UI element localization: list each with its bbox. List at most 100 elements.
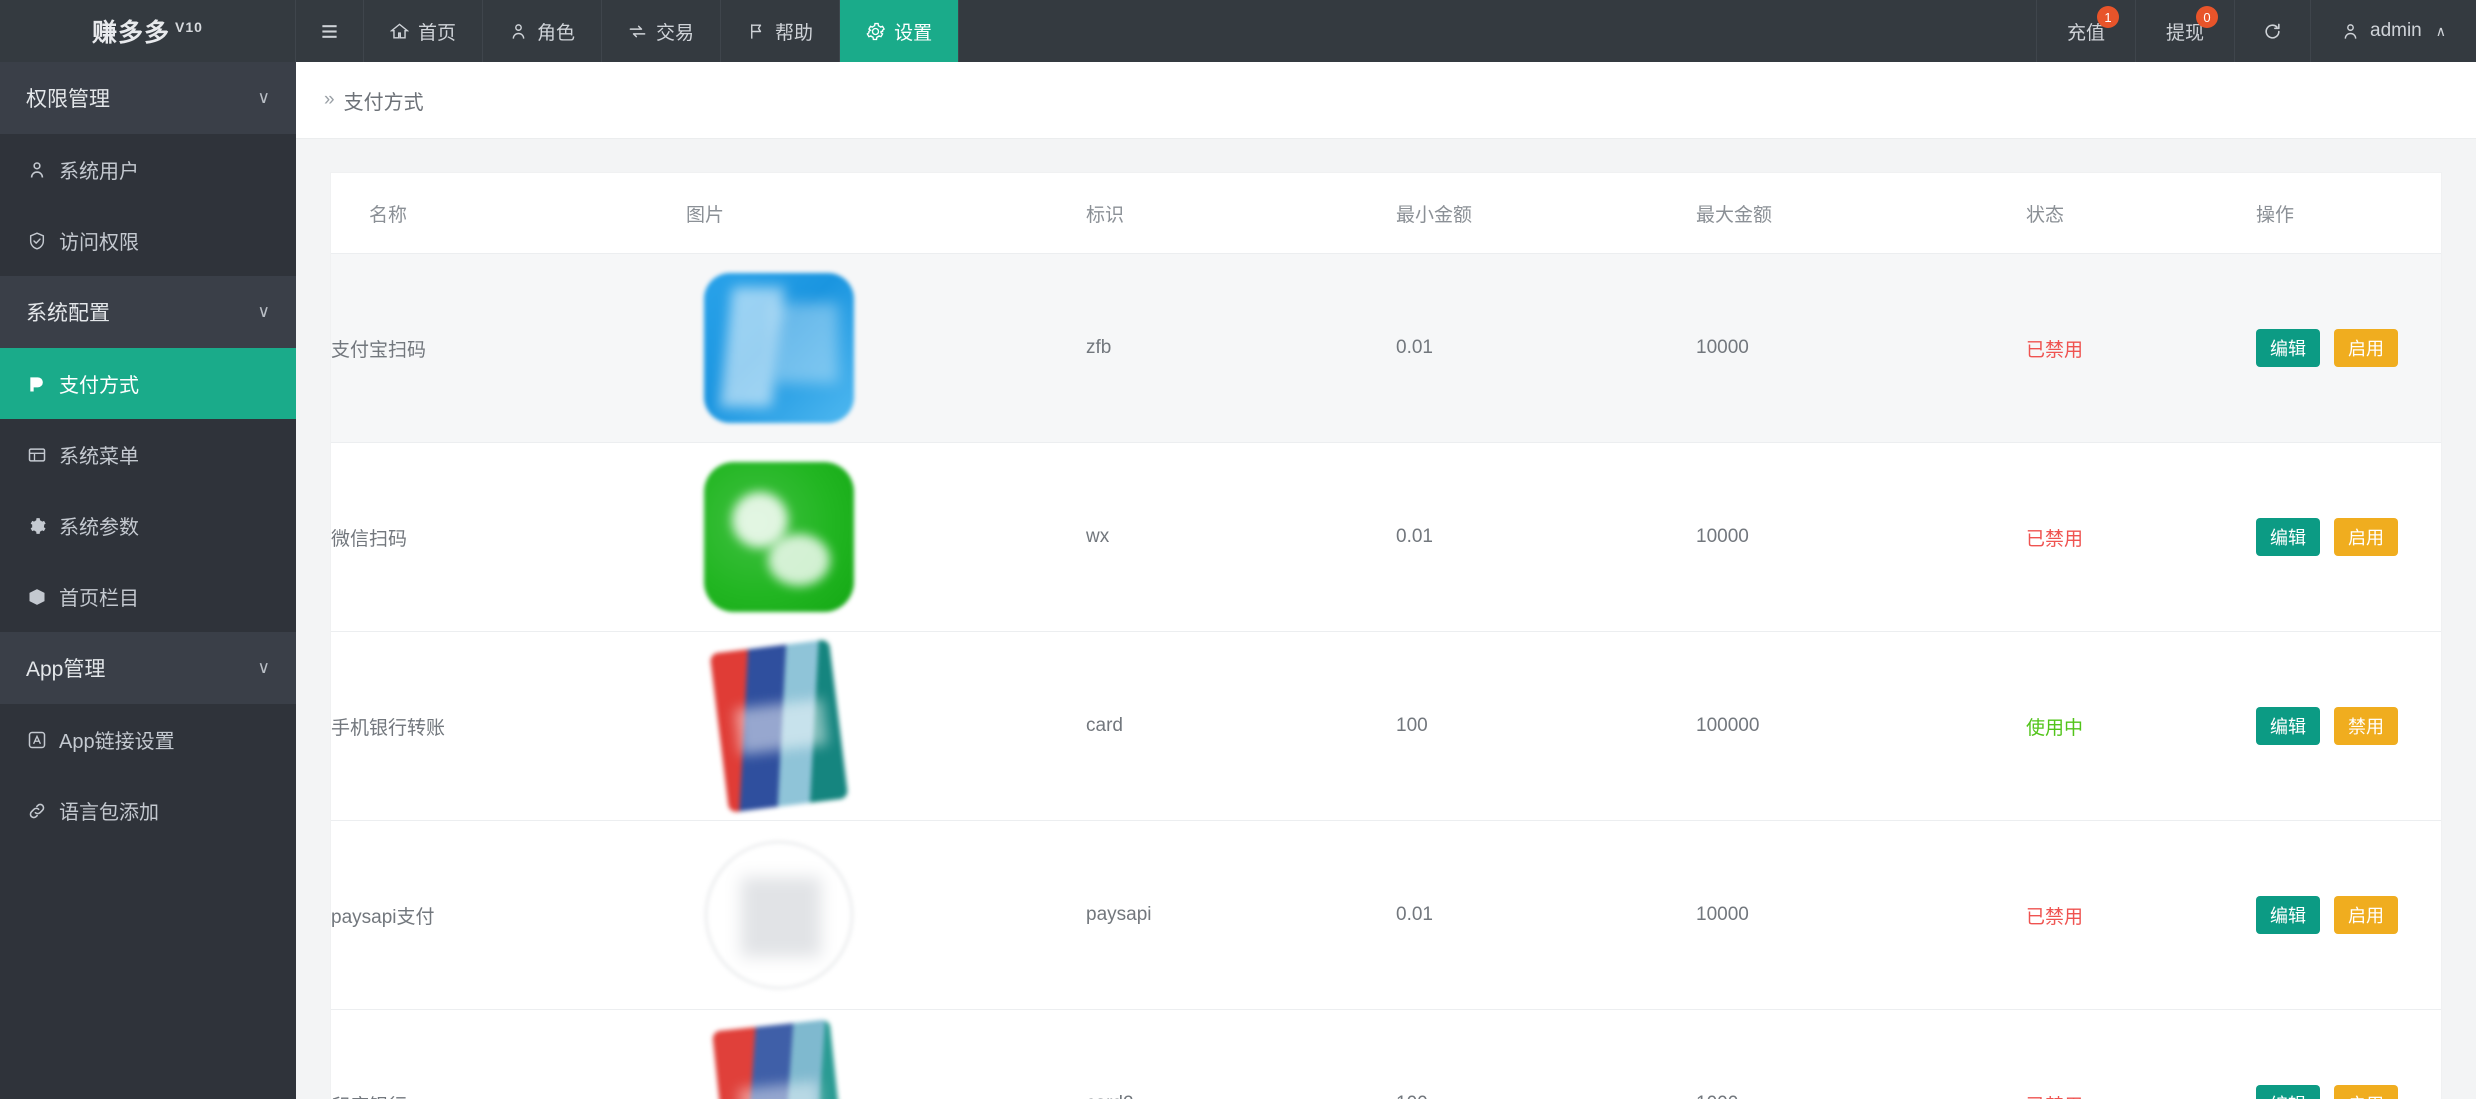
nav-tab-trade[interactable]: 交易: [602, 0, 722, 62]
sidebar-group-system-config[interactable]: 系统配置 ∨: [0, 276, 296, 348]
cell-operations: 编辑 启用: [2256, 253, 2441, 443]
chevron-down-icon: ∨: [257, 658, 270, 677]
sidebar-item-system-params-label: 系统参数: [59, 517, 139, 539]
cell-name: 支付宝扫码: [331, 253, 686, 443]
sidebar-group-app-management[interactable]: App管理 ∨: [0, 632, 296, 704]
toggle-status-button[interactable]: 启用: [2334, 1085, 2398, 1099]
recharge-badge: 1: [2096, 6, 2119, 28]
cell-flag: zfb: [1086, 253, 1396, 443]
edit-button[interactable]: 编辑: [2256, 329, 2320, 367]
sidebar-item-app-link-settings-label: App链接设置: [59, 731, 175, 753]
cell-status: 已禁用: [2026, 820, 2256, 1010]
cell-image: [686, 442, 1086, 632]
cell-image: [686, 1009, 1086, 1099]
cell-flag: wx: [1086, 442, 1396, 632]
nav-tab-help[interactable]: 帮助: [721, 0, 841, 62]
payment-methods-table: 名称 图片 标识 最小金额 最大金额 状态 操作 支付宝扫码 zfb 0.01 …: [331, 173, 2441, 1099]
menu-grid-icon: [26, 444, 47, 465]
table-row[interactable]: 手机银行转账 card 100 100000 使用中 编辑 禁用: [331, 631, 2441, 821]
cell-flag: paysapi: [1086, 820, 1396, 1010]
nav-tab-settings[interactable]: 设置: [840, 0, 960, 62]
sidebar-item-language-pack[interactable]: 语言包添加: [0, 775, 296, 846]
table-row[interactable]: 支付宝扫码 zfb 0.01 10000 已禁用 编辑 启用: [331, 253, 2441, 443]
toggle-status-button[interactable]: 启用: [2334, 518, 2398, 556]
gear-icon: [866, 22, 886, 41]
cell-name: paysapi支付: [331, 820, 686, 1010]
logo-name: 赚多多: [92, 19, 171, 47]
link-icon: [26, 800, 47, 821]
cell-status: 已禁用: [2026, 1009, 2256, 1099]
nav-tab-role[interactable]: 角色: [483, 0, 603, 62]
paysapi-logo-icon: [686, 831, 854, 999]
cell-max-amount: 10000: [1696, 253, 2026, 443]
nav-tab-home-label: 首页: [418, 22, 457, 44]
cell-operations: 编辑 启用: [2256, 820, 2441, 1010]
sidebar-item-system-menu-label: 系统菜单: [59, 446, 139, 468]
cell-min-amount: 100: [1396, 1009, 1696, 1099]
recharge-button[interactable]: 充值 1: [2035, 0, 2135, 62]
cell-operations: 编辑 启用: [2256, 1009, 2441, 1099]
edit-button[interactable]: 编辑: [2256, 896, 2320, 934]
cell-flag: card2: [1086, 1009, 1396, 1099]
user-icon: [2341, 22, 2360, 41]
header-spacer: [959, 0, 2036, 62]
table-row[interactable]: paysapi支付 paysapi 0.01 10000 已禁用 编辑 启用: [331, 820, 2441, 1010]
toggle-status-button[interactable]: 启用: [2334, 896, 2398, 934]
edit-button[interactable]: 编辑: [2256, 1085, 2320, 1099]
sidebar-group-app-management-label: App管理: [26, 658, 106, 681]
cell-min-amount: 0.01: [1396, 442, 1696, 632]
cell-name: 印度银行: [331, 1009, 686, 1099]
toggle-status-button[interactable]: 启用: [2334, 329, 2398, 367]
breadcrumb-separator: »: [324, 89, 335, 110]
cell-status: 使用中: [2026, 631, 2256, 821]
cell-max-amount: 100000: [1696, 631, 2026, 821]
table-row[interactable]: 印度银行 card2 100 1000 已禁用: [331, 1009, 2441, 1099]
nav-tab-home[interactable]: 首页: [364, 0, 484, 62]
sidebar-group-system-config-label: 系统配置: [26, 302, 110, 325]
sidebar-item-system-params[interactable]: 系统参数: [0, 490, 296, 561]
table-header-row: 名称 图片 标识 最小金额 最大金额 状态 操作: [331, 173, 2441, 254]
payment-methods-card: 名称 图片 标识 最小金额 最大金额 状态 操作 支付宝扫码 zfb 0.01 …: [330, 172, 2442, 1099]
user-icon: [26, 159, 47, 180]
admin-page: 赚多多 V10 首页 角色 交易 帮助 设置 充值 1 提现 0 admin ∧…: [0, 0, 2476, 1099]
column-header-image: 图片: [686, 173, 1086, 254]
main-nav: 首页 角色 交易 帮助 设置: [296, 0, 960, 62]
sidebar-item-system-menu[interactable]: 系统菜单: [0, 419, 296, 490]
nav-tab-help-label: 帮助: [775, 22, 814, 44]
column-header-name: 名称: [331, 173, 686, 254]
status-badge: 已禁用: [2026, 339, 2084, 361]
sidebar-group-permission[interactable]: 权限管理 ∨: [0, 62, 296, 134]
table-row[interactable]: 微信扫码 wx 0.01 10000 已禁用 编辑 启用: [331, 442, 2441, 632]
sidebar-item-home-columns-label: 首页栏目: [59, 588, 139, 610]
edit-button[interactable]: 编辑: [2256, 707, 2320, 745]
status-badge: 已禁用: [2026, 1096, 2083, 1099]
sidebar-item-access-permission-label: 访问权限: [59, 232, 139, 254]
payment-icon: [26, 373, 47, 394]
user-icon: [509, 22, 528, 41]
bank-card-logo-icon: [686, 639, 854, 813]
breadcrumb-current: 支付方式: [343, 91, 424, 114]
toggle-status-button[interactable]: 禁用: [2334, 707, 2398, 745]
sidebar-item-payment-method[interactable]: 支付方式: [0, 348, 296, 419]
top-header: 赚多多 V10 首页 角色 交易 帮助 设置 充值 1 提现 0 admin ∧: [0, 0, 2476, 62]
withdraw-button[interactable]: 提现 0: [2134, 0, 2234, 62]
alipay-logo-icon: [686, 264, 854, 432]
sidebar-collapse-button[interactable]: [296, 0, 364, 62]
cell-image: [686, 253, 1086, 443]
sidebar-group-permission-label: 权限管理: [26, 88, 110, 111]
sidebar-item-app-link-settings[interactable]: App链接设置: [0, 704, 296, 775]
sidebar-item-home-columns[interactable]: 首页栏目: [0, 561, 296, 632]
cell-operations: 编辑 禁用: [2256, 631, 2441, 821]
cell-image: [686, 631, 1086, 821]
home-icon: [390, 22, 409, 41]
logo[interactable]: 赚多多 V10: [0, 0, 296, 62]
gear-icon: [26, 515, 47, 536]
refresh-button[interactable]: [2234, 0, 2310, 62]
user-menu-button[interactable]: admin ∧: [2310, 0, 2476, 62]
edit-button[interactable]: 编辑: [2256, 518, 2320, 556]
sidebar-item-system-users[interactable]: 系统用户: [0, 134, 296, 205]
sidebar-item-access-permission[interactable]: 访问权限: [0, 205, 296, 276]
cell-image: [686, 820, 1086, 1010]
box-icon: [26, 586, 47, 607]
sidebar-item-system-users-label: 系统用户: [59, 161, 139, 183]
